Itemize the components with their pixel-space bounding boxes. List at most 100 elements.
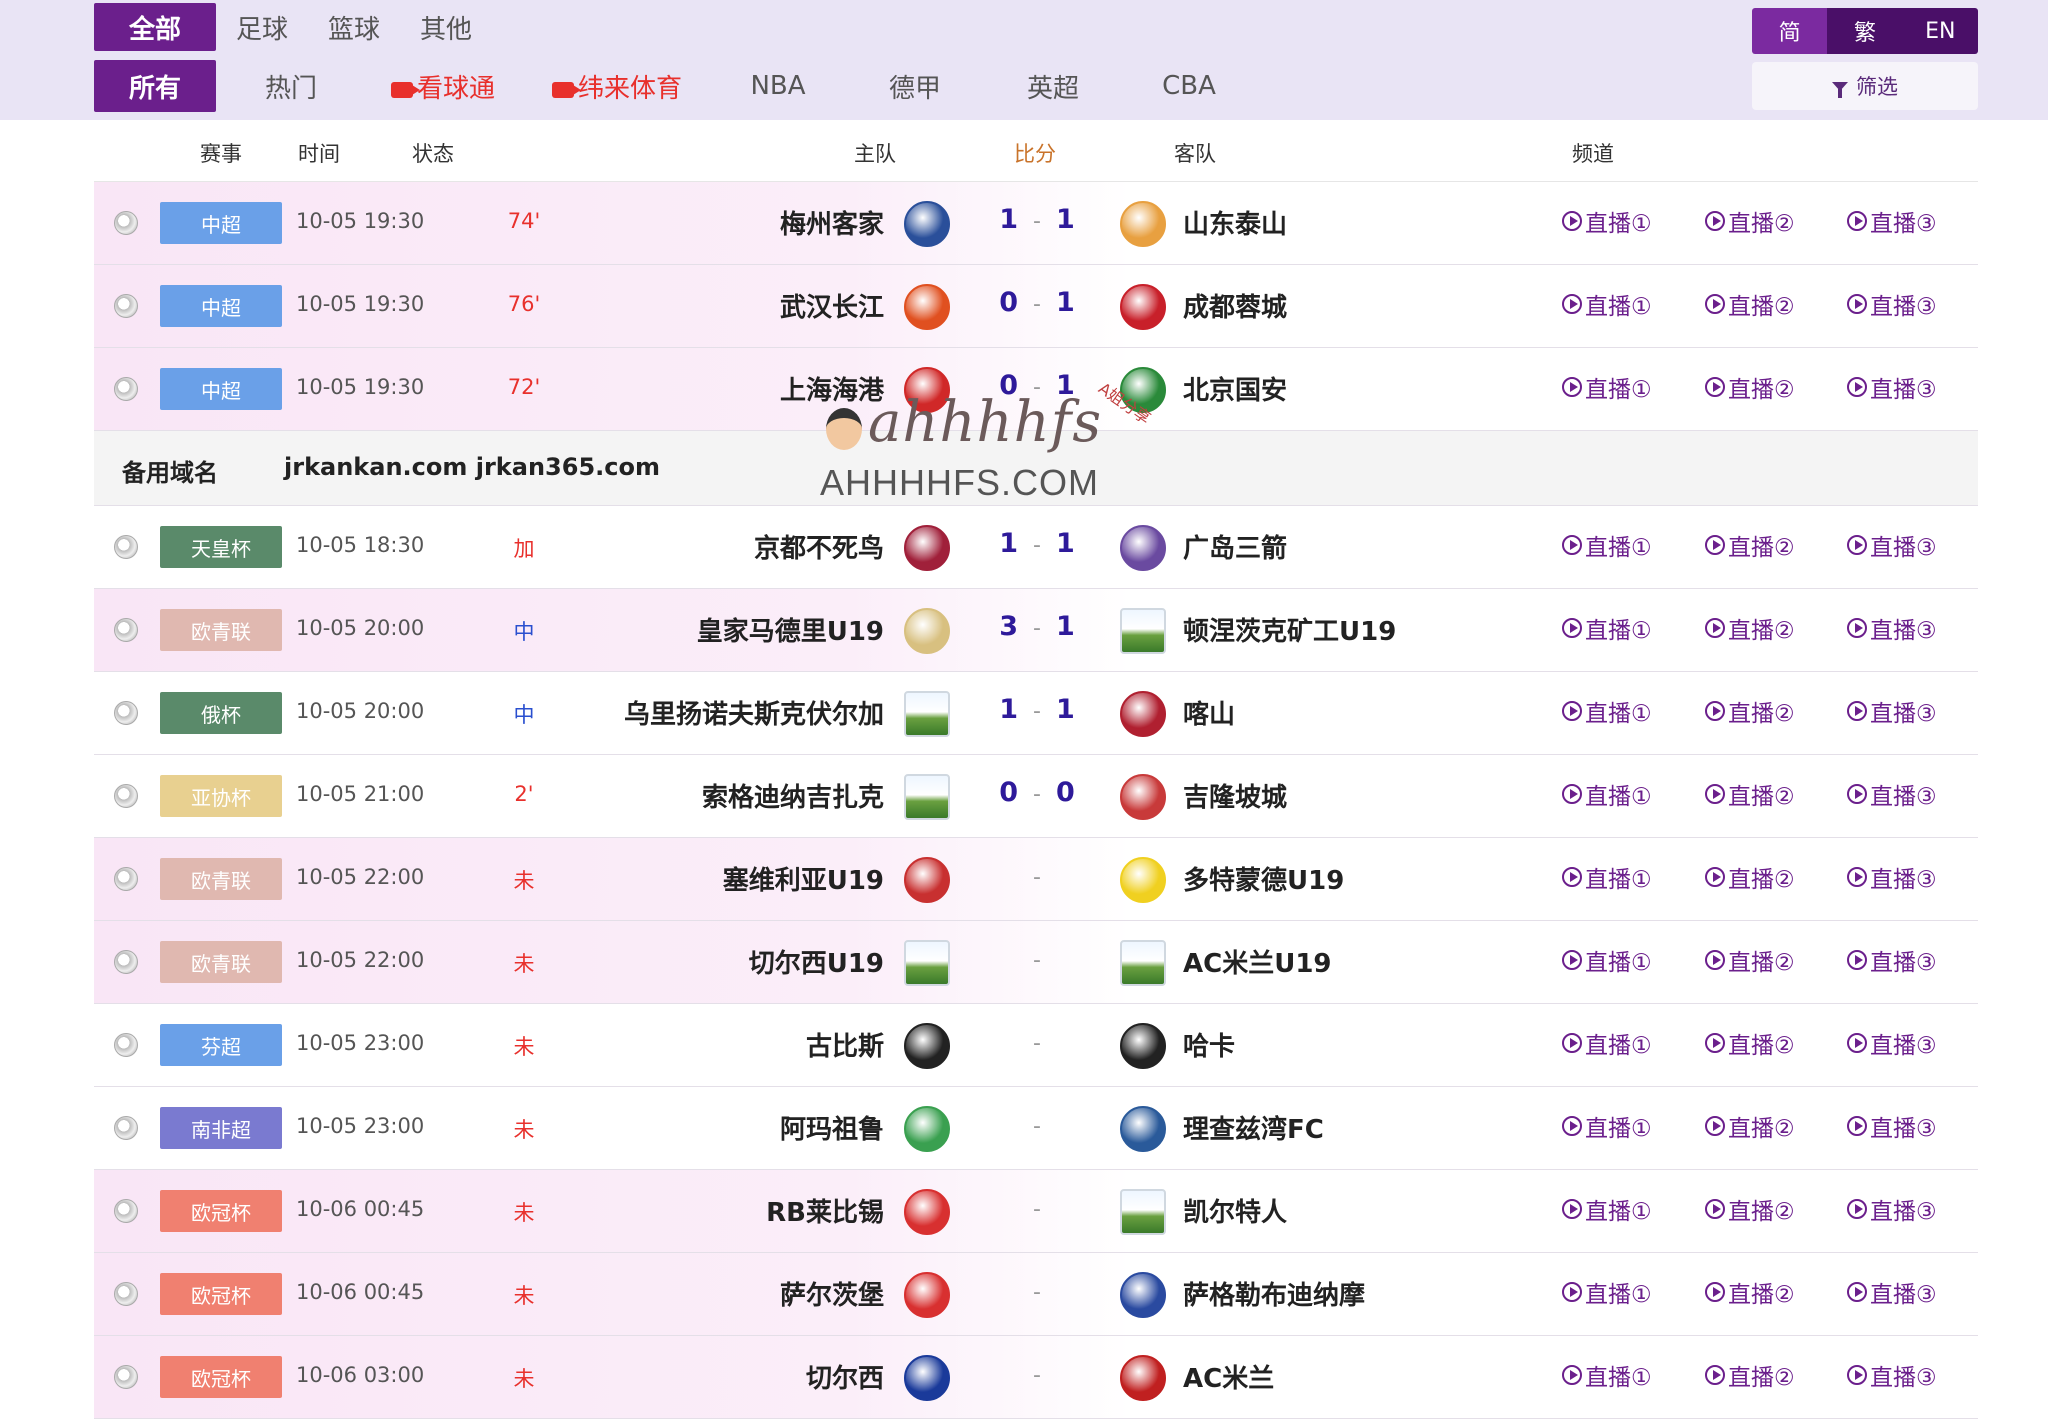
away-team-name[interactable]: 顿涅茨克矿工U19 <box>1183 611 1396 648</box>
live-stream-link-2[interactable]: 直播② <box>1705 528 1795 562</box>
live-stream-link-1[interactable]: 直播① <box>1562 370 1652 404</box>
live-stream-link-3[interactable]: 直播③ <box>1847 943 1937 977</box>
live-stream-link-1[interactable]: 直播① <box>1562 943 1652 977</box>
live-stream-link-1[interactable]: 直播① <box>1562 204 1652 238</box>
live-stream-link-3[interactable]: 直播③ <box>1847 611 1937 645</box>
live-stream-link-2[interactable]: 直播② <box>1705 611 1795 645</box>
live-stream-link-2[interactable]: 直播② <box>1705 1192 1795 1226</box>
subnav-tab-cba[interactable]: CBA <box>1118 71 1260 101</box>
home-team-name[interactable]: 萨尔茨堡 <box>780 1275 884 1312</box>
live-stream-link-1[interactable]: 直播① <box>1562 1109 1652 1143</box>
away-team-name[interactable]: 北京国安 <box>1183 370 1287 407</box>
lang-traditional[interactable]: 繁 <box>1827 8 1903 54</box>
league-tag[interactable]: 南非超 <box>160 1107 282 1149</box>
live-stream-link-2[interactable]: 直播② <box>1705 860 1795 894</box>
live-stream-link-3[interactable]: 直播③ <box>1847 1358 1937 1392</box>
home-team-name[interactable]: 古比斯 <box>806 1026 884 1063</box>
subnav-tab-hot[interactable]: 热门 <box>216 68 366 105</box>
away-team-name[interactable]: 喀山 <box>1183 694 1235 731</box>
away-team-name[interactable]: 理查兹湾FC <box>1183 1109 1324 1146</box>
live-stream-link-2[interactable]: 直播② <box>1705 1275 1795 1309</box>
live-stream-link-3[interactable]: 直播③ <box>1847 204 1937 238</box>
live-stream-link-3[interactable]: 直播③ <box>1847 860 1937 894</box>
live-stream-link-1[interactable]: 直播① <box>1562 611 1652 645</box>
live-stream-link-1[interactable]: 直播① <box>1562 694 1652 728</box>
live-stream-link-1[interactable]: 直播① <box>1562 528 1652 562</box>
home-team-name[interactable]: 梅州客家 <box>780 204 884 241</box>
league-tag[interactable]: 欧青联 <box>160 609 282 651</box>
home-team-name[interactable]: 塞维利亚U19 <box>723 860 884 897</box>
nav-tab-basketball[interactable]: 篮球 <box>308 9 400 46</box>
home-team-name[interactable]: 皇家马德里U19 <box>697 611 884 648</box>
nav-tab-other[interactable]: 其他 <box>400 9 492 46</box>
subnav-tab-videoland[interactable]: 纬来体育 <box>520 68 714 105</box>
away-team-name[interactable]: AC米兰 <box>1183 1358 1274 1395</box>
live-stream-link-3[interactable]: 直播③ <box>1847 1192 1937 1226</box>
league-tag[interactable]: 中超 <box>160 368 282 410</box>
live-stream-link-3[interactable]: 直播③ <box>1847 1275 1937 1309</box>
league-tag[interactable]: 天皇杯 <box>160 526 282 568</box>
league-tag[interactable]: 芬超 <box>160 1024 282 1066</box>
live-stream-link-2[interactable]: 直播② <box>1705 694 1795 728</box>
live-stream-link-2[interactable]: 直播② <box>1705 370 1795 404</box>
live-stream-link-1[interactable]: 直播① <box>1562 287 1652 321</box>
subnav-tab-bundesliga[interactable]: 德甲 <box>842 68 988 105</box>
subnav-tab-kanqiutong[interactable]: 看球通 <box>366 68 520 105</box>
lang-simplified[interactable]: 简 <box>1752 8 1828 54</box>
live-stream-link-1[interactable]: 直播① <box>1562 860 1652 894</box>
away-team-name[interactable]: 成都蓉城 <box>1183 287 1287 324</box>
home-team-name[interactable]: 切尔西U19 <box>749 943 884 980</box>
subnav-tab-premier-league[interactable]: 英超 <box>988 68 1118 105</box>
nav-tab-all[interactable]: 全部 <box>94 3 216 51</box>
away-team-name[interactable]: 山东泰山 <box>1183 204 1287 241</box>
league-tag[interactable]: 中超 <box>160 202 282 244</box>
live-stream-link-3[interactable]: 直播③ <box>1847 777 1937 811</box>
home-team-name[interactable]: 武汉长江 <box>780 287 884 324</box>
league-tag[interactable]: 亚协杯 <box>160 775 282 817</box>
live-stream-link-2[interactable]: 直播② <box>1705 943 1795 977</box>
home-team-name[interactable]: 京都不死鸟 <box>754 528 884 565</box>
away-team-name[interactable]: 萨格勒布迪纳摩 <box>1183 1275 1365 1312</box>
live-stream-link-2[interactable]: 直播② <box>1705 287 1795 321</box>
home-team-name[interactable]: 乌里扬诺夫斯克伏尔加 <box>624 694 884 731</box>
nav-tab-football[interactable]: 足球 <box>216 9 308 46</box>
league-tag[interactable]: 欧青联 <box>160 941 282 983</box>
home-team-name[interactable]: 切尔西 <box>806 1358 884 1395</box>
live-stream-link-1[interactable]: 直播① <box>1562 1275 1652 1309</box>
live-stream-link-1[interactable]: 直播① <box>1562 1358 1652 1392</box>
live-stream-link-3[interactable]: 直播③ <box>1847 528 1937 562</box>
lang-english[interactable]: EN <box>1902 8 1978 54</box>
live-stream-link-2[interactable]: 直播② <box>1705 777 1795 811</box>
home-team-name[interactable]: 上海海港 <box>780 370 884 407</box>
live-stream-link-3[interactable]: 直播③ <box>1847 287 1937 321</box>
live-stream-link-3[interactable]: 直播③ <box>1847 694 1937 728</box>
league-tag[interactable]: 欧冠杯 <box>160 1190 282 1232</box>
live-stream-link-3[interactable]: 直播③ <box>1847 1026 1937 1060</box>
away-team-name[interactable]: AC米兰U19 <box>1183 943 1332 980</box>
live-stream-link-2[interactable]: 直播② <box>1705 204 1795 238</box>
home-team-name[interactable]: 索格迪纳吉扎克 <box>702 777 884 814</box>
league-tag[interactable]: 欧青联 <box>160 858 282 900</box>
home-team-name[interactable]: 阿玛祖鲁 <box>780 1109 884 1146</box>
league-tag[interactable]: 欧冠杯 <box>160 1356 282 1398</box>
live-stream-link-2[interactable]: 直播② <box>1705 1358 1795 1392</box>
away-team-name[interactable]: 吉隆坡城 <box>1183 777 1287 814</box>
live-stream-link-2[interactable]: 直播② <box>1705 1109 1795 1143</box>
home-team-name[interactable]: RB莱比锡 <box>766 1192 884 1229</box>
league-tag[interactable]: 俄杯 <box>160 692 282 734</box>
live-stream-link-1[interactable]: 直播① <box>1562 1192 1652 1226</box>
live-stream-link-1[interactable]: 直播① <box>1562 1026 1652 1060</box>
live-stream-link-3[interactable]: 直播③ <box>1847 1109 1937 1143</box>
away-team-name[interactable]: 凯尔特人 <box>1183 1192 1287 1229</box>
away-team-name[interactable]: 多特蒙德U19 <box>1183 860 1344 897</box>
away-team-name[interactable]: 哈卡 <box>1183 1026 1235 1063</box>
live-stream-link-2[interactable]: 直播② <box>1705 1026 1795 1060</box>
live-stream-link-3[interactable]: 直播③ <box>1847 370 1937 404</box>
filter-button[interactable]: 筛选 <box>1752 62 1978 110</box>
live-stream-link-1[interactable]: 直播① <box>1562 777 1652 811</box>
away-team-name[interactable]: 广岛三箭 <box>1183 528 1287 565</box>
subnav-tab-all[interactable]: 所有 <box>94 60 216 112</box>
league-tag[interactable]: 欧冠杯 <box>160 1273 282 1315</box>
subnav-tab-nba[interactable]: NBA <box>714 71 842 101</box>
league-tag[interactable]: 中超 <box>160 285 282 327</box>
